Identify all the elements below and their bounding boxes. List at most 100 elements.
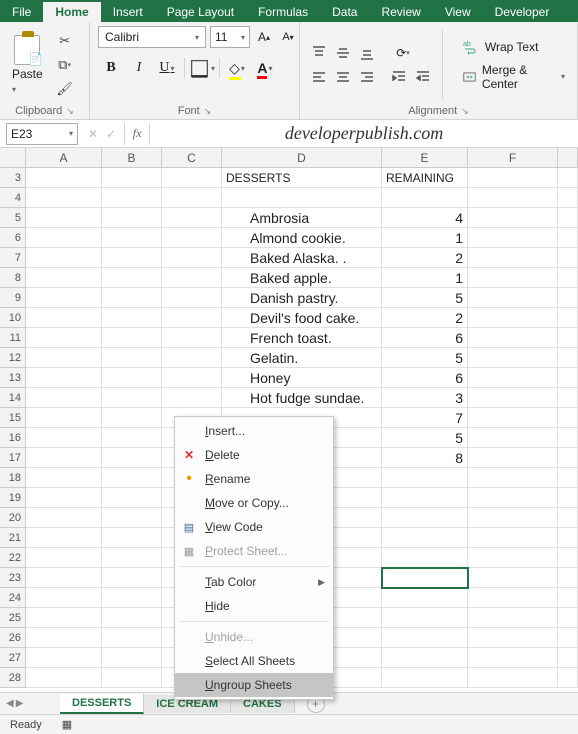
ctx-view-code[interactable]: ▤View Code (175, 515, 333, 539)
cell-E18[interactable] (382, 468, 468, 488)
cell-F15[interactable] (468, 408, 558, 428)
cell-C5[interactable] (162, 208, 222, 228)
cell-B3[interactable] (102, 168, 162, 188)
cell-E28[interactable] (382, 668, 468, 688)
cell-E26[interactable] (382, 628, 468, 648)
orientation-button[interactable]: ⟳▾ (388, 43, 418, 63)
font-size-select[interactable]: 11▾ (210, 26, 250, 48)
col-head-f[interactable]: F (468, 148, 558, 167)
cell-E13[interactable]: 6 (382, 368, 468, 388)
cell-E14[interactable]: 3 (382, 388, 468, 408)
cell-A28[interactable] (26, 668, 102, 688)
alignment-launcher[interactable]: ↘ (461, 106, 469, 116)
cell-B12[interactable] (102, 348, 162, 368)
cell-A26[interactable] (26, 628, 102, 648)
cell-A13[interactable] (26, 368, 102, 388)
enter-formula-icon[interactable]: ✓ (106, 127, 116, 141)
align-right-button[interactable] (356, 67, 378, 87)
cell-F11[interactable] (468, 328, 558, 348)
fx-icon[interactable]: fx (124, 123, 150, 145)
border-button[interactable]: ▾ (189, 56, 215, 80)
align-center-button[interactable] (332, 67, 354, 87)
cell-B16[interactable] (102, 428, 162, 448)
clipboard-launcher[interactable]: ↘ (66, 106, 74, 116)
cell-D5[interactable]: Ambrosia (222, 208, 382, 228)
row-head-24[interactable]: 24 (0, 588, 26, 608)
cell-A25[interactable] (26, 608, 102, 628)
font-color-button[interactable]: A▾ (252, 56, 278, 80)
cell-A18[interactable] (26, 468, 102, 488)
cell-B18[interactable] (102, 468, 162, 488)
cell-11[interactable] (558, 328, 578, 348)
cell-E15[interactable]: 7 (382, 408, 468, 428)
cell-A11[interactable] (26, 328, 102, 348)
row-head-22[interactable]: 22 (0, 548, 26, 568)
cell-F21[interactable] (468, 528, 558, 548)
cell-B5[interactable] (102, 208, 162, 228)
align-top-button[interactable] (308, 43, 330, 63)
cell-B19[interactable] (102, 488, 162, 508)
tab-view[interactable]: View (433, 2, 483, 22)
cell-C7[interactable] (162, 248, 222, 268)
align-bottom-button[interactable] (356, 43, 378, 63)
cell-F19[interactable] (468, 488, 558, 508)
col-head-c[interactable]: C (162, 148, 222, 167)
cell-C3[interactable] (162, 168, 222, 188)
cell-D10[interactable]: Devil's food cake. (222, 308, 382, 328)
row-head-9[interactable]: 9 (0, 288, 26, 308)
ctx-delete[interactable]: ✕Delete (175, 443, 333, 467)
tab-data[interactable]: Data (320, 2, 369, 22)
cell-6[interactable] (558, 228, 578, 248)
cell-E19[interactable] (382, 488, 468, 508)
row-head-28[interactable]: 28 (0, 668, 26, 688)
cell-F20[interactable] (468, 508, 558, 528)
cell-18[interactable] (558, 468, 578, 488)
cell-A3[interactable] (26, 168, 102, 188)
ctx-insert[interactable]: Insert... (175, 419, 333, 443)
copy-button[interactable]: ⧉▾ (55, 55, 75, 75)
paste-button[interactable]: Paste▾ (8, 33, 47, 97)
cell-7[interactable] (558, 248, 578, 268)
cell-C12[interactable] (162, 348, 222, 368)
cell-E8[interactable]: 1 (382, 268, 468, 288)
cell-A6[interactable] (26, 228, 102, 248)
cell-E17[interactable]: 8 (382, 448, 468, 468)
cell-F17[interactable] (468, 448, 558, 468)
row-head-19[interactable]: 19 (0, 488, 26, 508)
cell-F7[interactable] (468, 248, 558, 268)
cell-E10[interactable]: 2 (382, 308, 468, 328)
font-launcher[interactable]: ↘ (204, 106, 212, 116)
row-head-13[interactable]: 13 (0, 368, 26, 388)
cell-D7[interactable]: Baked Alaska. . (222, 248, 382, 268)
cell-27[interactable] (558, 648, 578, 668)
cell-23[interactable] (558, 568, 578, 588)
cell-A14[interactable] (26, 388, 102, 408)
cell-A17[interactable] (26, 448, 102, 468)
row-head-14[interactable]: 14 (0, 388, 26, 408)
cell-A12[interactable] (26, 348, 102, 368)
cell-B22[interactable] (102, 548, 162, 568)
cell-A16[interactable] (26, 428, 102, 448)
cell-19[interactable] (558, 488, 578, 508)
col-head-e[interactable]: E (382, 148, 468, 167)
cell-25[interactable] (558, 608, 578, 628)
cell-B9[interactable] (102, 288, 162, 308)
cell-21[interactable] (558, 528, 578, 548)
cell-F12[interactable] (468, 348, 558, 368)
row-head-15[interactable]: 15 (0, 408, 26, 428)
row-head-4[interactable]: 4 (0, 188, 26, 208)
cell-B8[interactable] (102, 268, 162, 288)
cell-15[interactable] (558, 408, 578, 428)
cell-F24[interactable] (468, 588, 558, 608)
ctx-move-or-copy[interactable]: Move or Copy... (175, 491, 333, 515)
cell-A24[interactable] (26, 588, 102, 608)
cell-22[interactable] (558, 548, 578, 568)
cell-F28[interactable] (468, 668, 558, 688)
cell-16[interactable] (558, 428, 578, 448)
row-head-21[interactable]: 21 (0, 528, 26, 548)
cell-F9[interactable] (468, 288, 558, 308)
cell-B26[interactable] (102, 628, 162, 648)
ctx-tab-color[interactable]: Tab Color▶ (175, 570, 333, 594)
cell-B17[interactable] (102, 448, 162, 468)
cell-D12[interactable]: Gelatin. (222, 348, 382, 368)
